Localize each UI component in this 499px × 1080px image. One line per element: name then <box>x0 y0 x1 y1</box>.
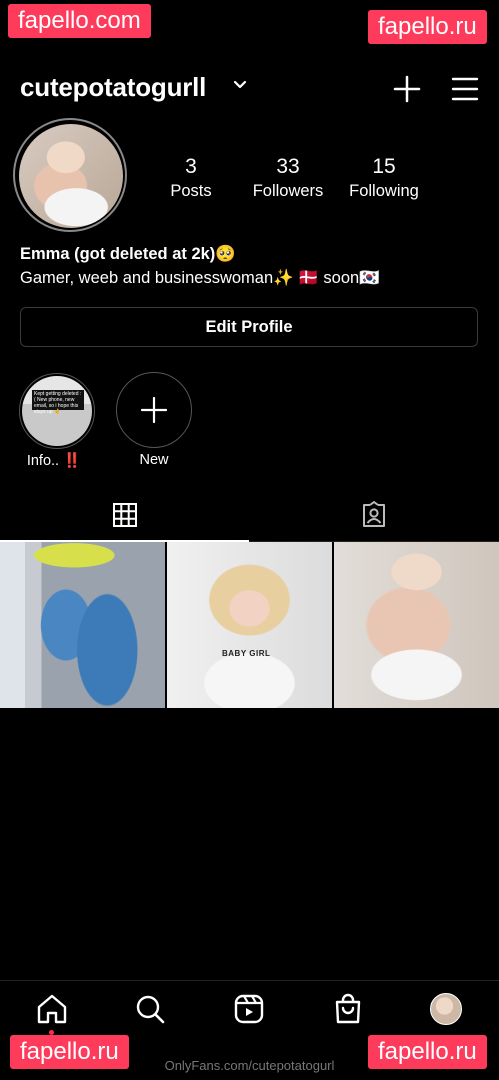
posts-count[interactable]: 3 Posts <box>151 155 231 202</box>
chevron-down-icon[interactable] <box>233 78 247 92</box>
following-value: 15 <box>372 155 396 178</box>
post-thumbnail[interactable] <box>334 542 499 708</box>
followers-value: 33 <box>276 155 300 178</box>
grid-icon[interactable] <box>112 502 138 528</box>
plus-icon[interactable] <box>392 74 422 104</box>
shop-icon[interactable] <box>331 992 365 1026</box>
post-thumbnail[interactable] <box>0 542 165 708</box>
plus-icon <box>141 397 167 423</box>
bottom-nav-divider <box>0 980 499 981</box>
posts-label: Posts <box>170 182 212 200</box>
search-icon[interactable] <box>133 992 167 1026</box>
highlight-info-cover[interactable]: Kept getting deleted :( New phone, new e… <box>22 376 92 446</box>
watermark-top-right: fapello.ru <box>368 10 487 44</box>
post-thumbnail[interactable]: BABY GIRL <box>167 542 332 708</box>
bio-text: Gamer, weeb and businesswoman✨ 🇩🇰 soon🇰🇷 <box>20 269 380 287</box>
profile-username[interactable]: cutepotatogurll <box>20 72 206 103</box>
hamburger-menu-icon[interactable] <box>451 76 479 102</box>
reels-icon[interactable] <box>232 992 266 1026</box>
highlight-info-note: Kept getting deleted :( New phone, new e… <box>32 390 84 415</box>
home-icon[interactable] <box>35 992 69 1026</box>
following-count[interactable]: 15 Following <box>339 155 429 202</box>
new-highlight-label[interactable]: New <box>104 452 204 468</box>
post-tee-text: BABY GIRL <box>222 649 271 658</box>
edit-profile-button[interactable]: Edit Profile <box>20 307 478 347</box>
following-label: Following <box>349 182 419 200</box>
watermark-bottom-right: fapello.ru <box>368 1035 487 1069</box>
watermark-top-left: fapello.com <box>8 4 151 38</box>
watermark-bottom-left: fapello.ru <box>10 1035 129 1069</box>
profile-avatar[interactable] <box>430 993 462 1025</box>
posts-value: 3 <box>185 155 197 178</box>
followers-count[interactable]: 33 Followers <box>243 155 333 202</box>
followers-label: Followers <box>252 182 324 200</box>
avatar[interactable] <box>19 124 123 228</box>
tagged-icon[interactable] <box>360 501 388 529</box>
bio-name: Emma (got deleted at 2k)🥺 <box>20 245 236 263</box>
highlight-info-label[interactable]: Info.. ‼️ <box>4 452 104 469</box>
